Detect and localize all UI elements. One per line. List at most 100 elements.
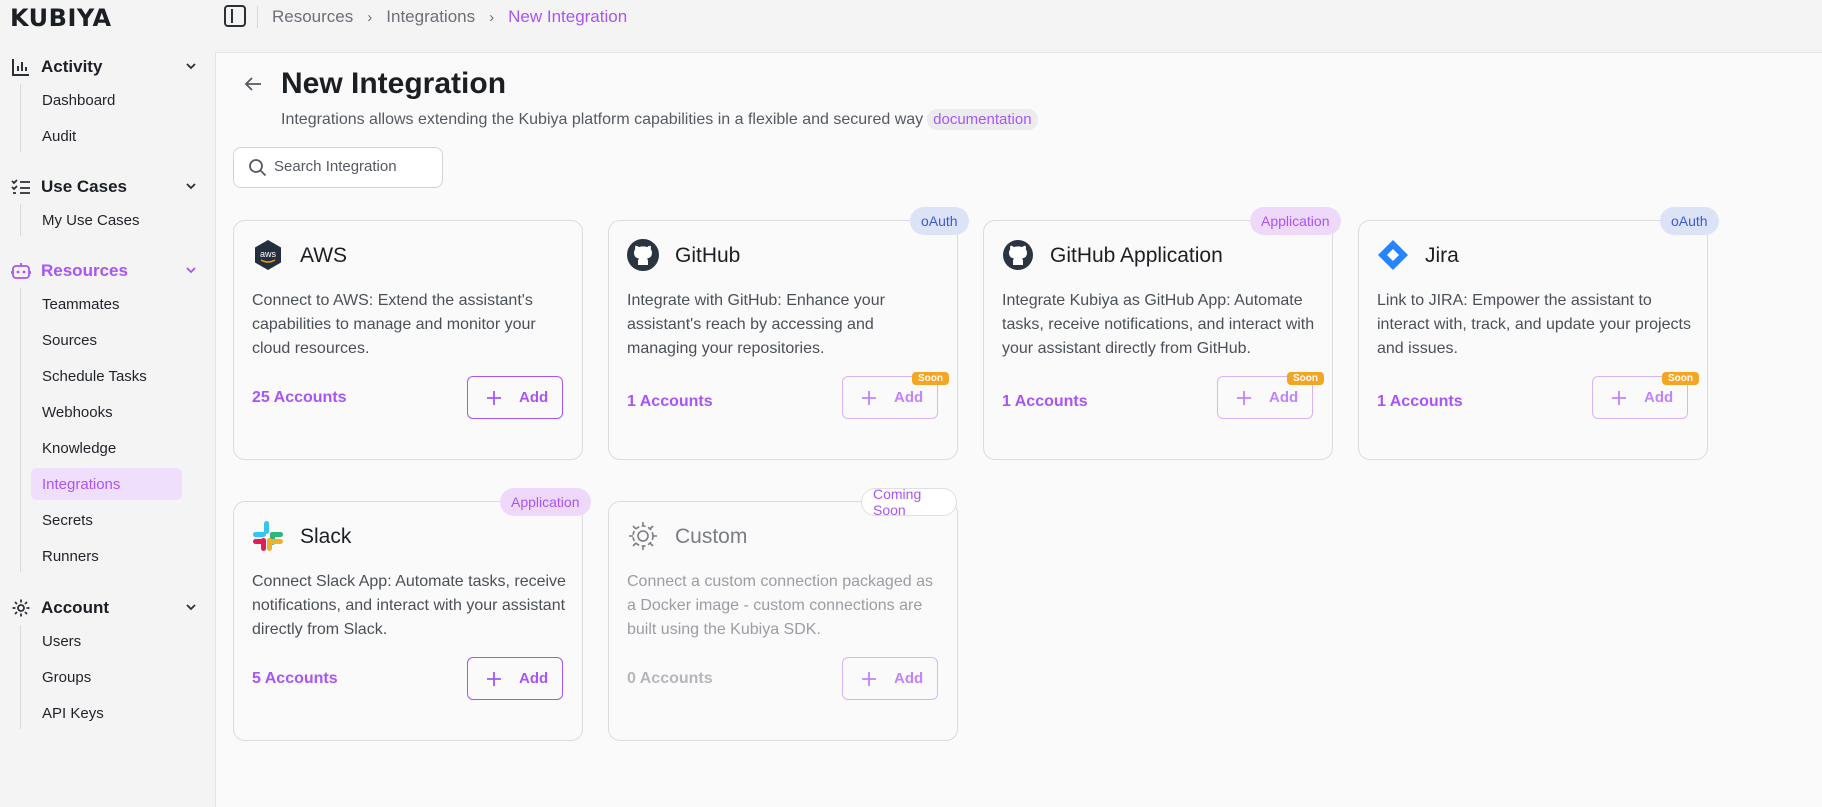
add-label: Add [894,670,924,687]
chevron-down-icon[interactable] [185,264,197,276]
add-label: Add [519,389,549,406]
search-box [233,147,443,188]
card-description: Connect Slack App: Automate tasks, recei… [252,573,566,638]
add-button[interactable]: Add [467,376,563,419]
bar-chart-icon [11,57,31,77]
sidebar-item-audit[interactable]: Audit [31,120,182,152]
card-description: Integrate Kubiya as GitHub App: Automate… [1002,292,1315,357]
card-title: AWS [300,244,348,267]
sidebar-item-sources[interactable]: Sources [31,324,182,356]
soon-badge: Soon [1662,372,1699,385]
page-title: New Integration [281,67,507,100]
sidebar-item-integrations[interactable]: Integrations [31,468,182,500]
card-title: Slack [300,525,352,548]
plus-icon [862,672,876,686]
sidebar-item-knowledge[interactable]: Knowledge [31,432,182,464]
accounts-count[interactable]: 1 Accounts [627,393,713,411]
accounts-count[interactable]: 1 Accounts [1377,393,1463,411]
nav-section-activity: Activity Dashboard Audit [0,52,215,156]
chevron-down-icon[interactable] [185,601,197,613]
chevron-right-icon: › [367,8,373,26]
breadcrumb-current: New Integration [508,7,628,26]
accounts-count[interactable]: 25 Accounts [252,389,347,407]
accounts-count[interactable]: 1 Accounts [1002,393,1088,411]
add-button[interactable]: Add Soon [842,372,949,419]
card-title: Custom [675,525,748,548]
plus-icon [1237,391,1251,405]
plus-icon [487,672,501,686]
nav-head-activity[interactable]: Activity [0,52,215,82]
search-input[interactable] [274,158,434,175]
card-title: Jira [1425,244,1459,267]
chevron-down-icon[interactable] [185,180,197,192]
sidebar-item-api-keys[interactable]: API Keys [31,697,182,729]
integration-card-github[interactable]: oAuth GitHub Integrate with GitHub: Enha… [608,207,969,460]
sidebar-item-dashboard[interactable]: Dashboard [31,84,182,116]
chevron-down-icon[interactable] [185,60,197,72]
integration-card-aws[interactable]: aws AWS Connect to AWS: Extend the assis… [233,220,583,460]
integration-card-custom: Coming Soon Custom Connect a custom conn… [608,486,958,741]
card-description: Connect a custom connection packaged as … [627,573,933,638]
integration-card-slack[interactable]: Application Slack Connect Slack App: Aut… [233,488,591,741]
integration-card-github-application[interactable]: Application GitHub Application Integrate… [983,207,1341,460]
nav-head-resources[interactable]: Resources [0,256,215,286]
nav-section-account: Account Users Groups API Keys [0,593,215,733]
nav-head-label: Use Cases [41,177,128,196]
add-label: Add [1269,389,1299,406]
soon-badge: Soon [1287,372,1324,385]
accounts-count: 0 Accounts [627,670,713,687]
jira-icon [1378,240,1408,270]
github-icon [627,239,659,271]
top-bar: KUBIYA Resources › Integrations › New In… [0,0,1822,34]
nav-section-resources: Resources Teammates Sources Schedule Tas… [0,256,215,576]
sidebar-item-my-use-cases[interactable]: My Use Cases [31,204,182,236]
sidebar-item-teammates[interactable]: Teammates [31,288,182,320]
card-description: Link to JIRA: Empower the assistant to i… [1377,292,1691,357]
sidebar-item-schedule-tasks[interactable]: Schedule Tasks [31,360,182,392]
sidebar-item-users[interactable]: Users [31,625,182,657]
soon-badge: Soon [912,372,949,385]
kubiya-logo[interactable]: KUBIYA [10,4,112,32]
breadcrumb: Resources › Integrations › New Integrati… [272,7,627,27]
plus-icon [487,391,501,405]
sidebar-item-groups[interactable]: Groups [31,661,182,693]
integration-card-jira[interactable]: oAuth Jira Link to JIRA: Empower the ass… [1358,207,1719,460]
add-button[interactable]: Add Soon [1217,372,1324,419]
sidebar-toggle-icon[interactable] [224,5,246,27]
github-icon [1003,240,1033,270]
chevron-right-icon: › [489,8,495,26]
sidebar-item-webhooks[interactable]: Webhooks [31,396,182,428]
divider [257,6,258,28]
main-content: New Integration Integrations allows exte… [215,52,1822,807]
add-label: Add [519,670,549,687]
sidebar-item-secrets[interactable]: Secrets [31,504,182,536]
accounts-count[interactable]: 5 Accounts [252,670,338,688]
breadcrumb-integrations[interactable]: Integrations [386,7,475,27]
application-tag: Application [500,488,591,516]
sidebar: Activity Dashboard Audit Use Cases My Us… [0,34,215,807]
card-description: Integrate with GitHub: Enhance your assi… [627,292,885,357]
card-title: GitHub Application [1050,244,1223,267]
nav-head-use-cases[interactable]: Use Cases [0,172,215,202]
nav-head-label: Resources [41,261,128,280]
add-button[interactable]: Add Soon [1592,372,1699,419]
slack-icon [253,521,283,551]
add-button[interactable]: Add [467,657,563,700]
documentation-link[interactable]: documentation [927,109,1038,130]
svg-text:aws: aws [260,249,277,259]
sidebar-item-runners[interactable]: Runners [31,540,182,572]
add-label: Add [894,389,924,406]
nav-head-account[interactable]: Account [0,593,215,623]
back-arrow-icon[interactable] [242,73,264,95]
nav-head-label: Activity [41,57,103,76]
card-description: Connect to AWS: Extend the assistant's c… [252,292,536,357]
gear-icon [11,598,31,618]
subtitle-text: Integrations allows extending the Kubiya… [281,110,924,128]
custom-gear-icon [629,522,657,550]
plus-icon [1612,391,1626,405]
add-button[interactable]: Add [842,657,938,700]
application-tag: Application [1250,207,1341,235]
aws-icon: aws [255,240,281,270]
breadcrumb-resources[interactable]: Resources [272,7,353,27]
page-subtitle: Integrations allows extending the Kubiya… [281,109,1038,130]
